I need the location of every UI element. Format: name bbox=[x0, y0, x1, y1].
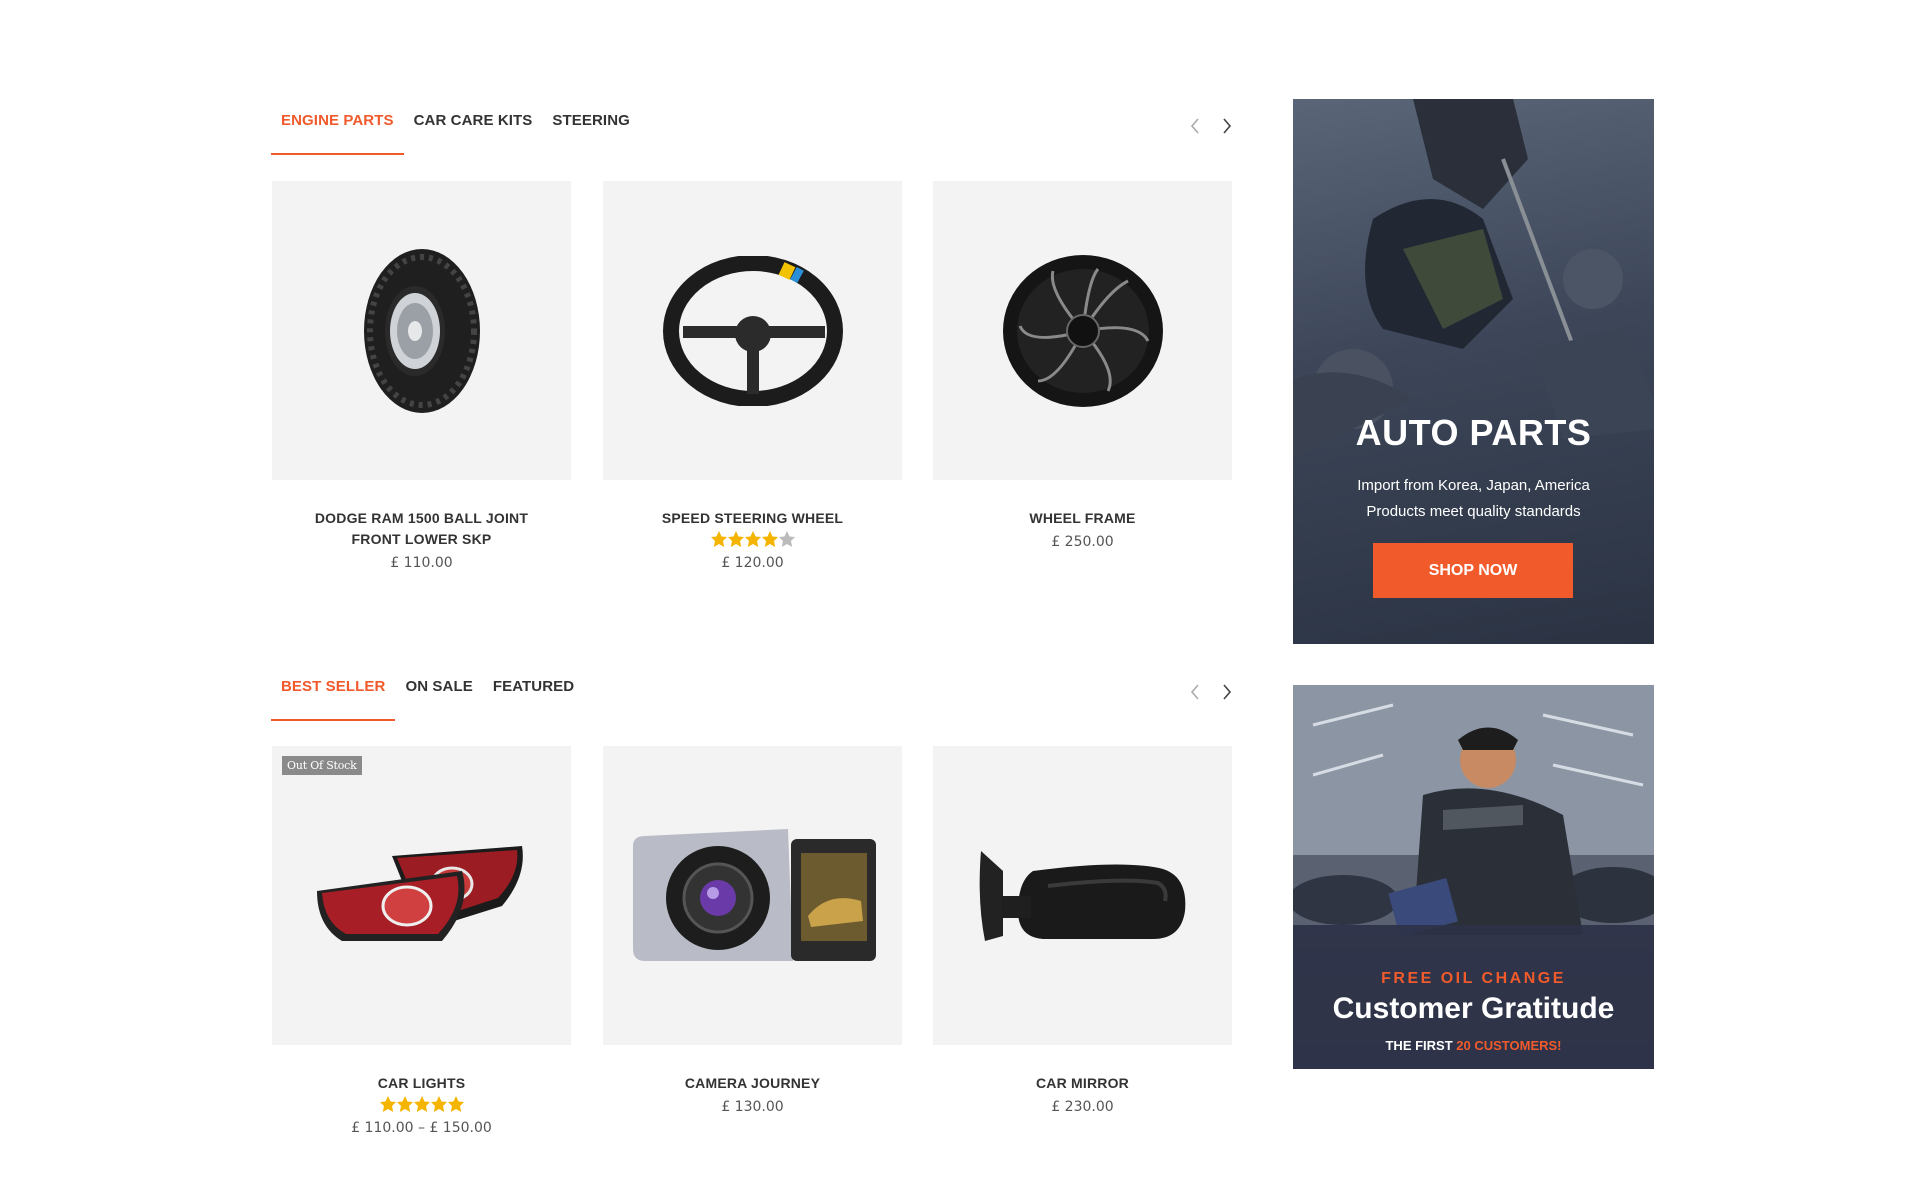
product-image-car-lights[interactable]: Out Of Stock bbox=[272, 746, 571, 1045]
product-tabs-1: ENGINE PARTS CAR CARE KITS STEERING bbox=[271, 99, 1236, 155]
product-name[interactable]: CAR LIGHTS bbox=[272, 1073, 571, 1094]
product-image-wheel-frame[interactable] bbox=[933, 181, 1232, 480]
product-image-camera[interactable] bbox=[603, 746, 902, 1045]
banner-kicker: FREE OIL CHANGE bbox=[1381, 970, 1566, 987]
wheel-rim-icon bbox=[1002, 254, 1163, 407]
banner-sub-prefix: THE FIRST bbox=[1385, 1038, 1453, 1053]
next-arrow-icon[interactable] bbox=[1218, 683, 1236, 701]
tab-on-sale[interactable]: ON SALE bbox=[395, 665, 482, 721]
product-price: £ 230.00 bbox=[1051, 1099, 1114, 1115]
product-price: £ 120.00 bbox=[721, 555, 784, 571]
tab-featured[interactable]: FEATURED bbox=[483, 665, 584, 721]
banner-line-2: Products meet quality standards bbox=[1366, 503, 1581, 520]
tab-engine-parts[interactable]: ENGINE PARTS bbox=[271, 99, 404, 155]
tab-list-1: ENGINE PARTS CAR CARE KITS STEERING bbox=[271, 99, 640, 155]
carousel-nav-1 bbox=[1186, 117, 1236, 135]
product-card[interactable]: Out Of Stock CAR LIGHTS £ 110.00 – £ 150… bbox=[272, 746, 571, 1136]
banner-headline: Customer Gratitude bbox=[1332, 992, 1615, 1025]
banner-line-1: Import from Korea, Japan, America bbox=[1357, 477, 1590, 494]
out-of-stock-badge: Out Of Stock bbox=[282, 756, 362, 775]
tire-icon bbox=[363, 248, 480, 413]
shop-now-button[interactable]: SHOP NOW bbox=[1373, 543, 1573, 598]
product-card[interactable]: DODGE RAM 1500 BALL JOINT FRONT LOWER SK… bbox=[272, 181, 571, 571]
product-name[interactable]: DODGE RAM 1500 BALL JOINT FRONT LOWER SK… bbox=[272, 508, 571, 550]
product-price: £ 110.00 bbox=[390, 555, 453, 571]
prev-arrow-icon[interactable] bbox=[1186, 117, 1204, 135]
product-tabs-2: BEST SELLER ON SALE FEATURED bbox=[271, 665, 1236, 721]
tail-lights-icon bbox=[316, 845, 523, 941]
banner-subline: THE FIRST 20 CUSTOMERS! bbox=[1293, 1038, 1654, 1053]
product-card[interactable]: CAMERA JOURNEY £ 130.00 bbox=[603, 746, 902, 1115]
product-card[interactable]: WHEEL FRAME £ 250.00 bbox=[933, 181, 1232, 550]
prev-arrow-icon[interactable] bbox=[1186, 683, 1204, 701]
garage-photo-icon bbox=[1293, 685, 1654, 935]
banner-sub-accent: 20 CUSTOMERS! bbox=[1456, 1038, 1562, 1053]
banner-title: AUTO PARTS bbox=[1355, 412, 1592, 453]
product-price: £ 250.00 bbox=[1051, 534, 1114, 550]
product-name[interactable]: CAMERA JOURNEY bbox=[603, 1073, 902, 1094]
rating-stars bbox=[272, 1095, 571, 1115]
product-card[interactable]: SPEED STEERING WHEEL £ 120.00 bbox=[603, 181, 902, 571]
auto-parts-banner[interactable]: AUTO PARTS Import from Korea, Japan, Ame… bbox=[1293, 99, 1654, 644]
tab-list-2: BEST SELLER ON SALE FEATURED bbox=[271, 665, 584, 721]
tab-best-seller[interactable]: BEST SELLER bbox=[271, 665, 396, 721]
product-image-steering-wheel[interactable] bbox=[603, 181, 902, 480]
oil-change-banner[interactable]: FREE OIL CHANGE Customer Gratitude THE F… bbox=[1293, 685, 1654, 1069]
banner-subtitle: Import from Korea, Japan, America Produc… bbox=[1293, 473, 1654, 525]
tab-car-care-kits[interactable]: CAR CARE KITS bbox=[404, 99, 543, 155]
dash-camera-icon bbox=[632, 828, 876, 961]
product-price: £ 110.00 – £ 150.00 bbox=[351, 1120, 492, 1136]
side-mirror-icon bbox=[979, 850, 1185, 941]
product-name[interactable]: CAR MIRROR bbox=[933, 1073, 1232, 1094]
product-card[interactable]: CAR MIRROR £ 230.00 bbox=[933, 746, 1232, 1115]
rating-stars bbox=[603, 530, 902, 550]
product-name[interactable]: WHEEL FRAME bbox=[933, 508, 1232, 529]
next-arrow-icon[interactable] bbox=[1218, 117, 1236, 135]
product-image-car-mirror[interactable] bbox=[933, 746, 1232, 1045]
product-price: £ 130.00 bbox=[721, 1099, 784, 1115]
product-image-tire[interactable] bbox=[272, 181, 571, 480]
tab-steering[interactable]: STEERING bbox=[542, 99, 639, 155]
carousel-nav-2 bbox=[1186, 683, 1236, 701]
steering-wheel-icon bbox=[662, 255, 843, 406]
product-name[interactable]: SPEED STEERING WHEEL bbox=[603, 508, 902, 529]
